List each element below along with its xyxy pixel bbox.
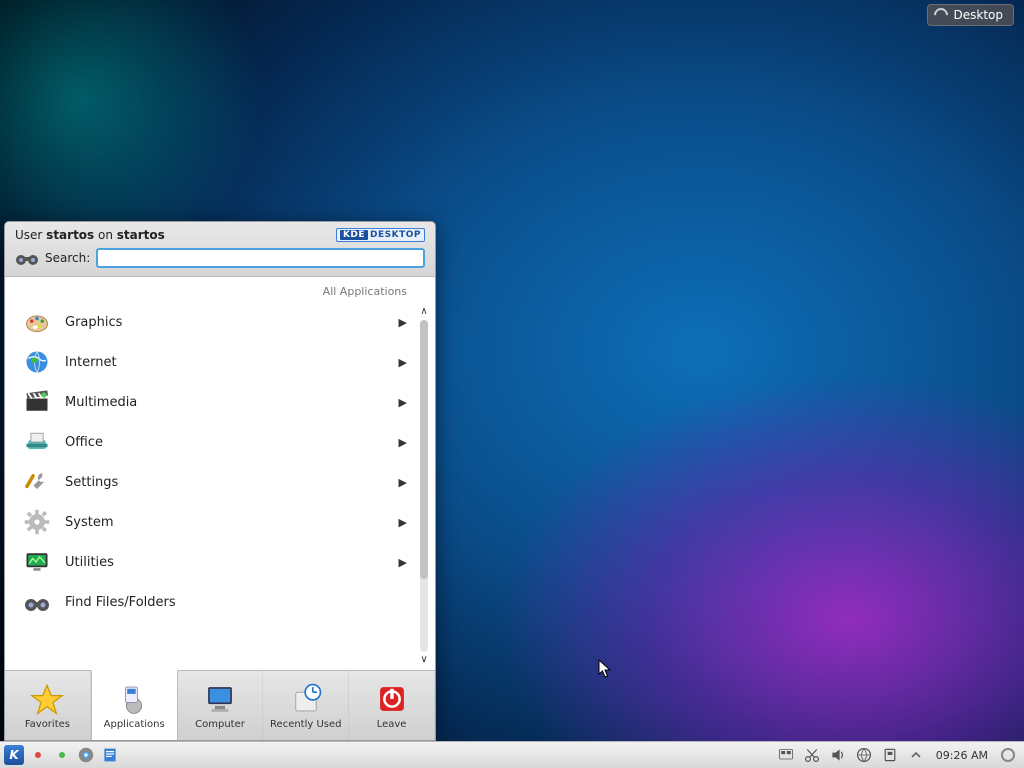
klipper-icon[interactable] <box>802 745 822 765</box>
computer-icon <box>203 682 237 716</box>
tab-label: Computer <box>195 719 245 730</box>
chevron-right-icon: ▶ <box>399 516 407 529</box>
expand-tray-icon[interactable] <box>906 745 926 765</box>
gear-icon <box>21 506 53 538</box>
device-icon[interactable] <box>880 745 900 765</box>
scrollbar-track[interactable] <box>420 320 428 652</box>
volume-icon[interactable] <box>828 745 848 765</box>
kickoff-menu: User startos on startos KDEDESKTOP Searc… <box>4 221 436 741</box>
menu-item-label: Graphics <box>65 315 122 330</box>
scroll-up-icon[interactable]: ∧ <box>418 306 430 318</box>
menu-item-label: Internet <box>65 355 117 370</box>
chevron-right-icon: ▶ <box>399 356 407 369</box>
chevron-right-icon: ▶ <box>399 476 407 489</box>
section-heading: All Applications <box>5 277 435 302</box>
tab-computer[interactable]: Computer <box>178 671 264 740</box>
taskbar: K 09:26 AM <box>0 741 1024 768</box>
panel-cashew-icon[interactable] <box>998 745 1018 765</box>
apps-icon <box>117 682 151 716</box>
chevron-right-icon: ▶ <box>399 436 407 449</box>
kickoff-header: User startos on startos KDEDESKTOP Searc… <box>5 222 435 277</box>
notes-launcher[interactable] <box>100 745 120 765</box>
monitor-icon <box>21 546 53 578</box>
tab-label: Applications <box>104 719 165 730</box>
menu-item-graphics[interactable]: Graphics ▶ <box>5 302 415 342</box>
chevron-right-icon: ▶ <box>399 556 407 569</box>
menu-item-label: Multimedia <box>65 395 137 410</box>
typewriter-icon <box>21 426 53 458</box>
kickoff-tabs: Favorites Applications Computer Recently Us… <box>5 670 435 740</box>
tab-label: Recently Used <box>270 719 341 730</box>
menu-item-label: Utilities <box>65 555 114 570</box>
search-label: Search: <box>45 251 90 265</box>
menu-item-label: Find Files/Folders <box>65 595 176 610</box>
tab-label: Favorites <box>25 719 70 730</box>
palette-icon <box>21 306 53 338</box>
menu-item-utilities[interactable]: Utilities ▶ <box>5 542 415 582</box>
kickoff-scrollbar[interactable]: ∧ ∨ <box>417 306 431 666</box>
menu-item-office[interactable]: Office ▶ <box>5 422 415 462</box>
taskbar-clock[interactable]: 09:26 AM <box>932 749 992 762</box>
power-icon <box>375 682 409 716</box>
menu-item-multimedia[interactable]: Multimedia ▶ <box>5 382 415 422</box>
activity-switcher[interactable]: Desktop <box>927 4 1015 26</box>
menu-item-system[interactable]: System ▶ <box>5 502 415 542</box>
applications-list: Graphics▶Internet▶Multimedia▶Office▶Sett… <box>5 302 435 670</box>
menu-item-label: Settings <box>65 475 118 490</box>
chevron-right-icon: ▶ <box>399 396 407 409</box>
star-icon <box>30 682 64 716</box>
tab-applications[interactable]: Applications <box>91 670 178 740</box>
wrench-icon <box>21 466 53 498</box>
binoculars-icon <box>21 586 53 618</box>
kmenu-button[interactable]: K <box>4 745 24 765</box>
cashew-icon <box>931 5 951 25</box>
menu-item-settings[interactable]: Settings ▶ <box>5 462 415 502</box>
network-icon[interactable] <box>854 745 874 765</box>
pager-red[interactable] <box>28 745 48 765</box>
pager-green[interactable] <box>52 745 72 765</box>
globe-icon <box>21 346 53 378</box>
browser-launcher[interactable] <box>76 745 96 765</box>
show-desktop-icon[interactable] <box>776 745 796 765</box>
menu-item-find-files-folders[interactable]: Find Files/Folders <box>5 582 415 622</box>
chevron-right-icon: ▶ <box>399 316 407 329</box>
menu-item-label: System <box>65 515 113 530</box>
clock-icon <box>289 682 323 716</box>
scrollbar-thumb[interactable] <box>420 320 428 579</box>
clapper-icon <box>21 386 53 418</box>
tab-recently-used[interactable]: Recently Used <box>263 671 349 740</box>
binoculars-icon <box>15 249 39 267</box>
kde-desktop-badge: KDEDESKTOP <box>336 228 425 242</box>
tab-label: Leave <box>377 719 407 730</box>
activity-label: Desktop <box>954 8 1004 22</box>
menu-item-label: Office <box>65 435 103 450</box>
scroll-down-icon[interactable]: ∨ <box>418 654 430 666</box>
tab-favorites[interactable]: Favorites <box>5 671 91 740</box>
search-input[interactable] <box>96 248 425 268</box>
tab-leave[interactable]: Leave <box>349 671 435 740</box>
menu-item-internet[interactable]: Internet ▶ <box>5 342 415 382</box>
